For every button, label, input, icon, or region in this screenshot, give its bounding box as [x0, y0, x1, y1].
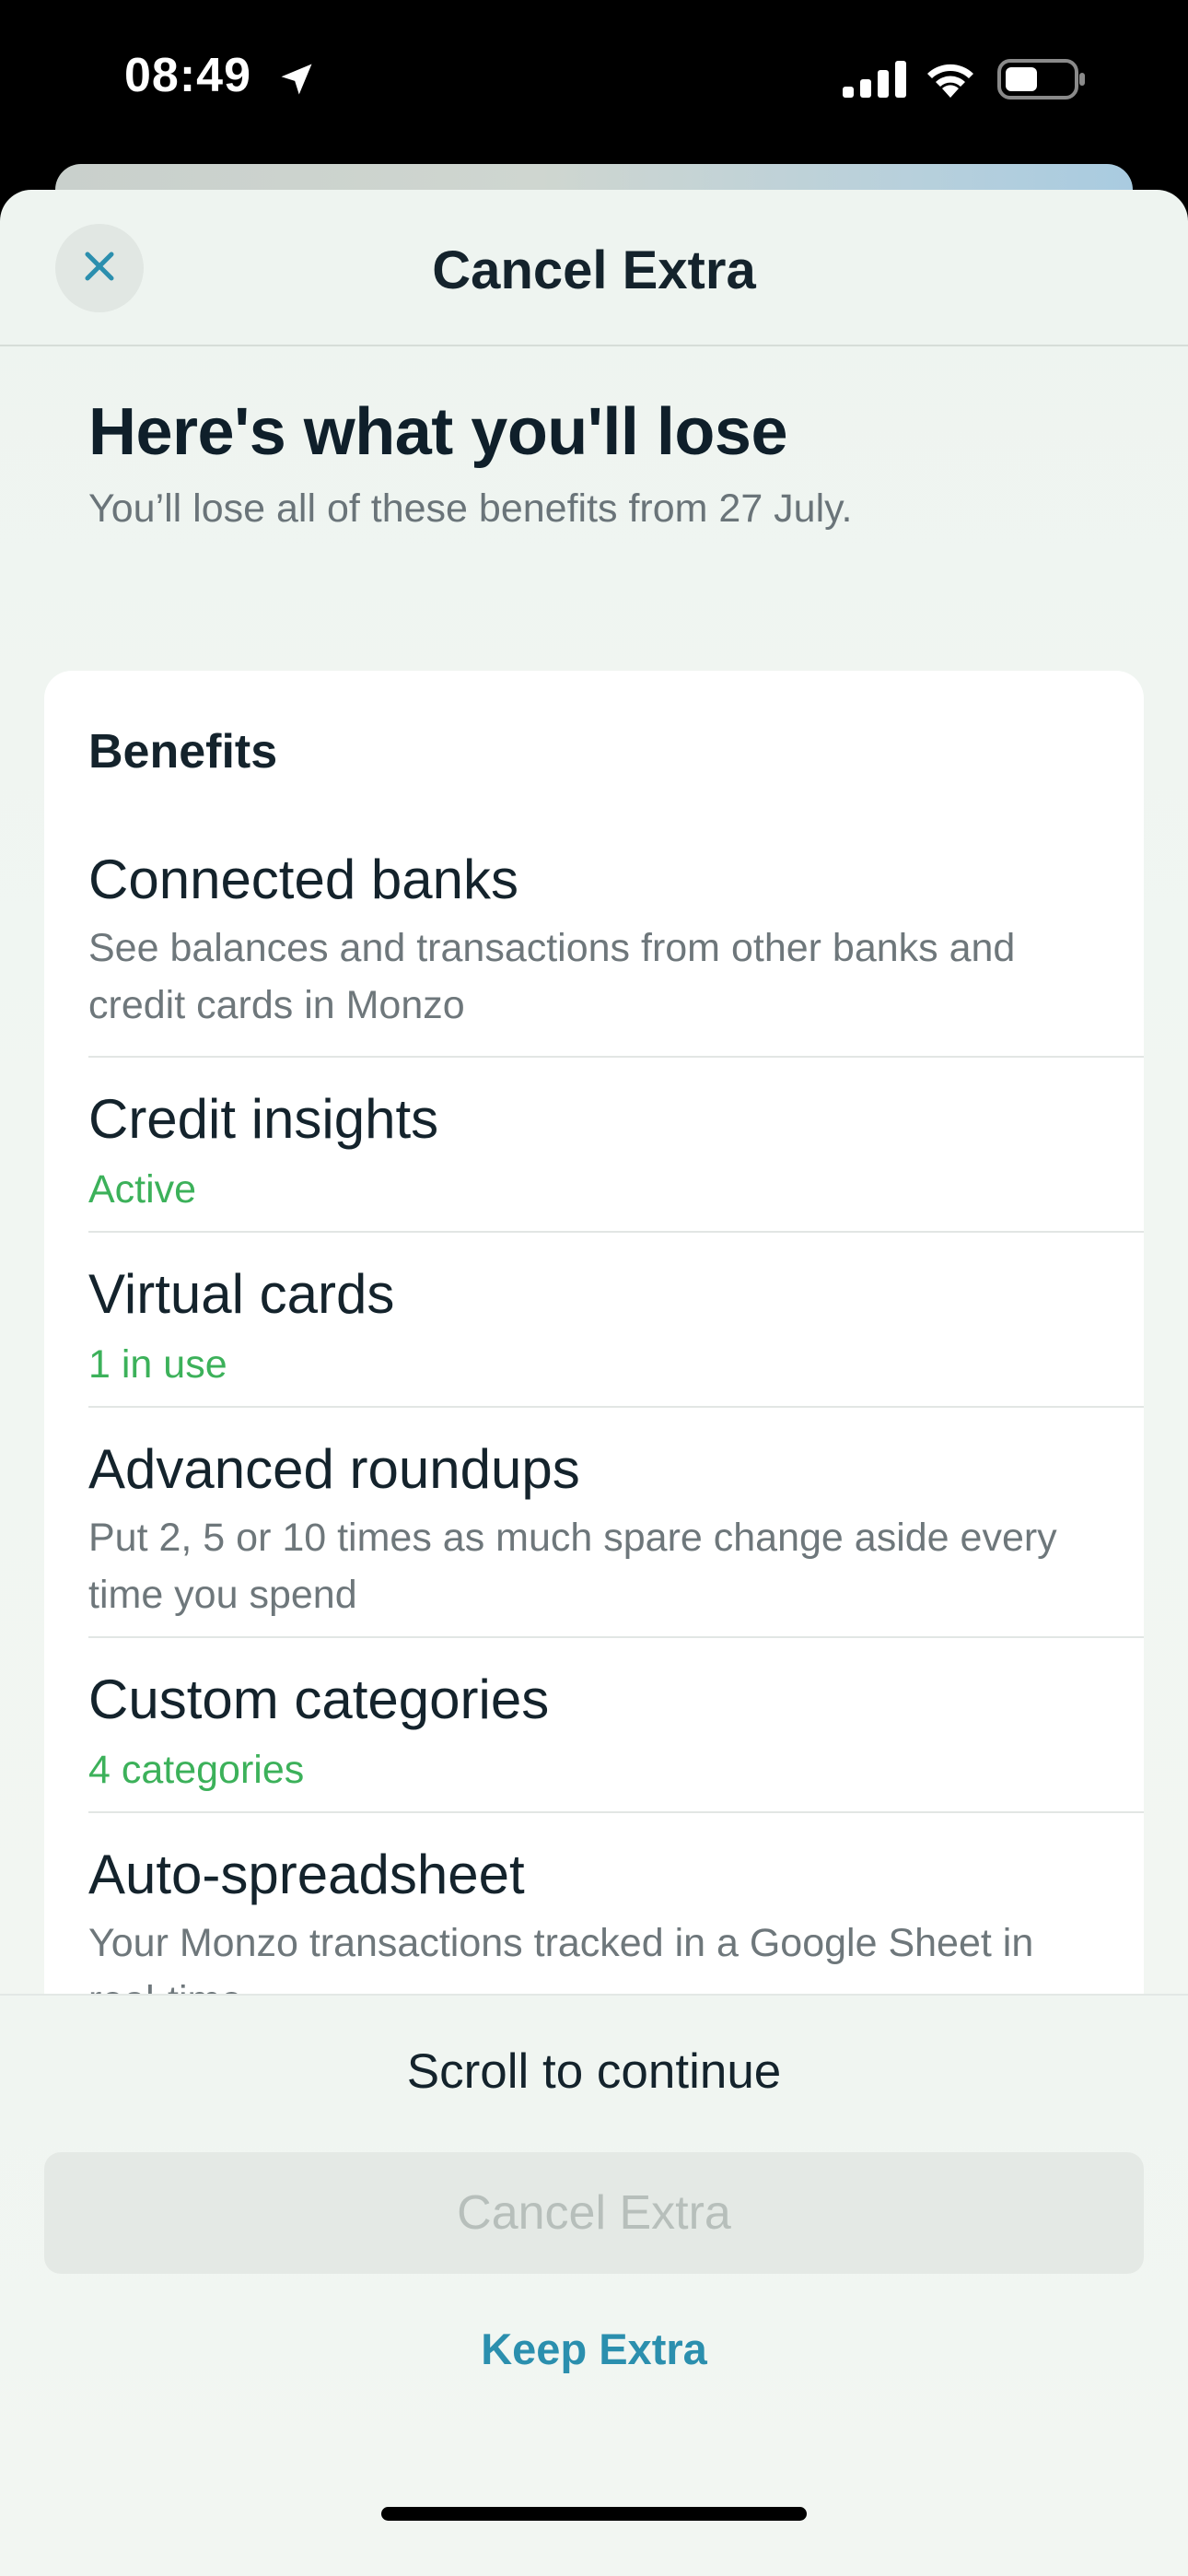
benefit-description: See balances and transactions from other… — [88, 926, 1016, 1027]
benefit-credit-insights: Credit insights Active — [88, 1058, 1144, 1233]
benefit-connected-banks: Connected banks See balances and transac… — [88, 827, 1144, 1058]
sheet-footer: Scroll to continue Cancel Extra Keep Ext… — [0, 1994, 1188, 2576]
benefit-virtual-cards: Virtual cards 1 in use — [88, 1233, 1144, 1408]
status-bar: 08:49 — [0, 0, 1188, 166]
lose-subheading: You’ll lose all of these benefits from 2… — [88, 486, 853, 531]
benefit-title: Virtual cards — [88, 1263, 395, 1325]
benefit-title: Advanced roundups — [88, 1438, 580, 1500]
benefit-description: Put 2, 5 or 10 times as much spare chang… — [88, 1516, 1057, 1617]
benefit-title: Connected banks — [88, 849, 518, 910]
cellular-signal-icon — [843, 61, 907, 102]
location-arrow-icon — [276, 59, 317, 104]
benefits-card[interactable]: Benefits Connected banks See balances an… — [44, 671, 1144, 2053]
benefit-custom-categories: Custom categories 4 categories — [88, 1638, 1144, 1813]
keep-extra-button[interactable]: Keep Extra — [0, 2324, 1188, 2374]
benefit-title: Credit insights — [88, 1088, 439, 1150]
sheet-header: Cancel Extra — [0, 190, 1188, 346]
benefits-title: Benefits — [88, 725, 278, 779]
scroll-hint: Scroll to continue — [406, 2044, 782, 2099]
wifi-icon — [924, 57, 977, 102]
cancel-extra-sheet: Cancel Extra Here's what you'll lose You… — [0, 190, 1188, 2576]
benefit-status: 1 in use — [88, 1342, 227, 1387]
benefit-status: Active — [88, 1167, 197, 1212]
lose-heading: Here's what you'll lose — [88, 395, 787, 469]
benefit-advanced-roundups: Advanced roundups Put 2, 5 or 10 times a… — [88, 1408, 1144, 1638]
cancel-extra-button[interactable]: Cancel Extra — [44, 2152, 1144, 2274]
status-time: 08:49 — [124, 49, 251, 102]
benefit-title: Auto-spreadsheet — [88, 1844, 525, 1905]
home-indicator — [381, 2507, 807, 2521]
battery-icon — [997, 59, 1086, 104]
benefit-title: Custom categories — [88, 1669, 550, 1730]
page-title: Cancel Extra — [432, 240, 756, 300]
benefit-status: 4 categories — [88, 1748, 305, 1792]
